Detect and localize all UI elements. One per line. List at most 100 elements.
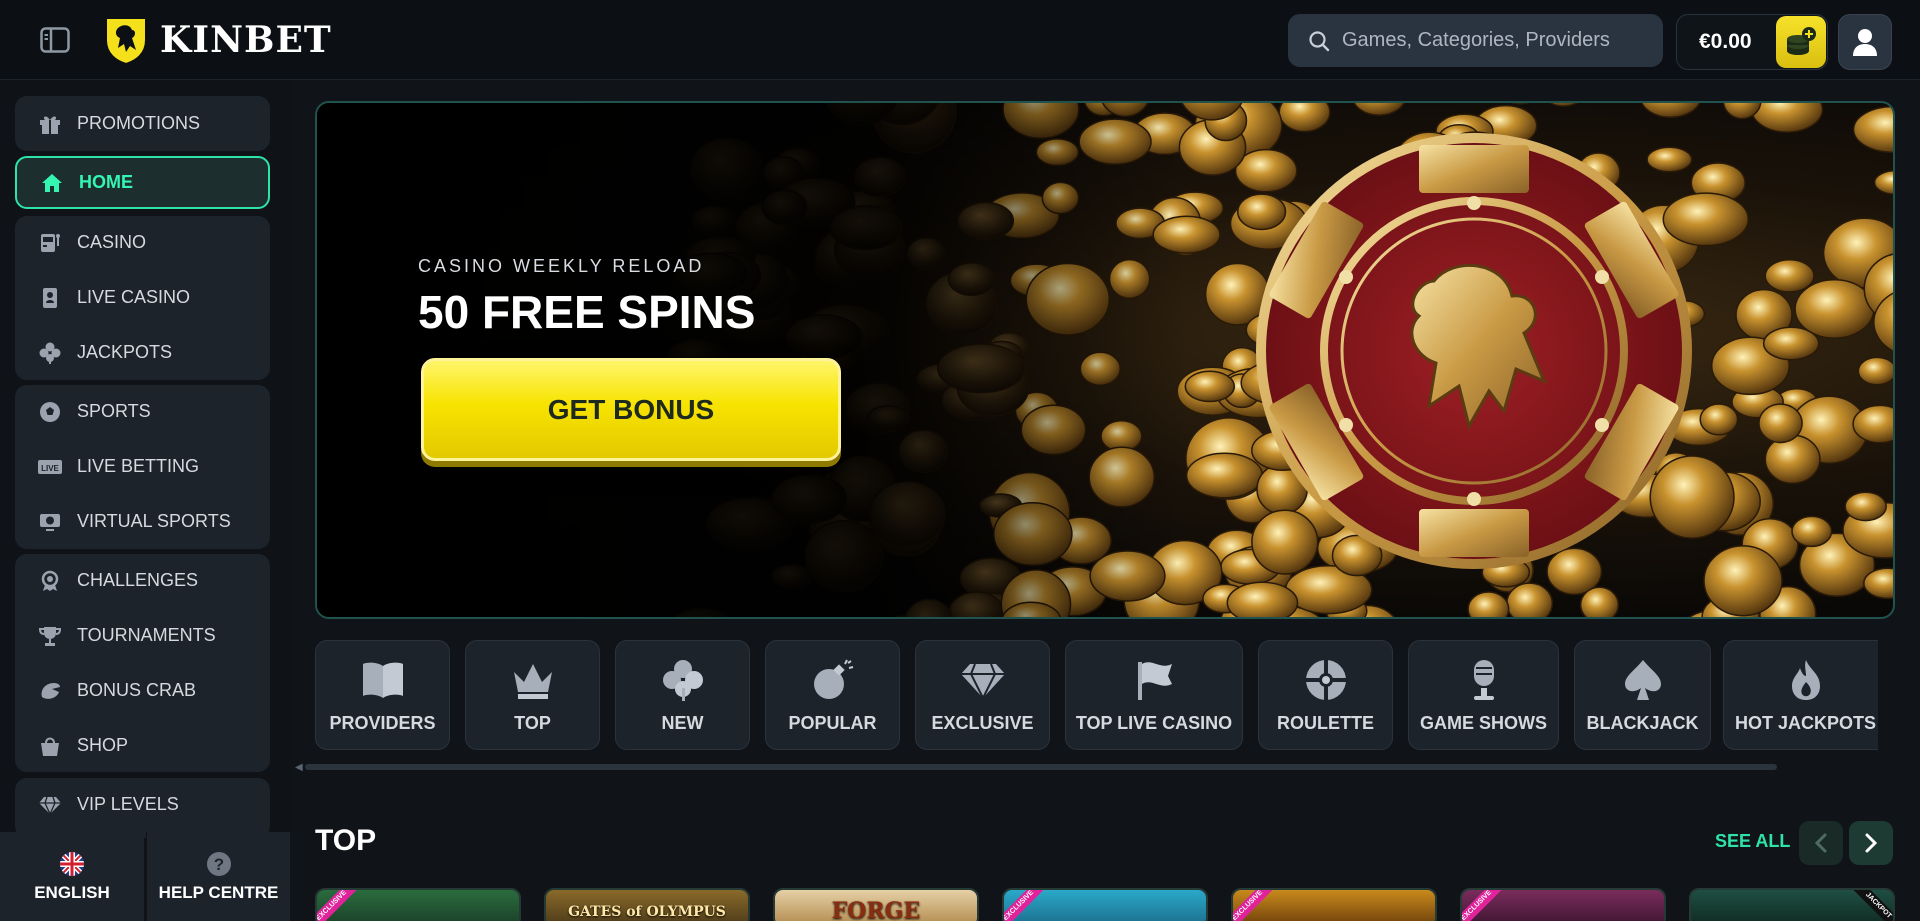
search-bar[interactable] [1288, 14, 1663, 67]
sidebar-item-bonus-crab[interactable]: BONUS CRAB [15, 664, 270, 717]
category-game-shows[interactable]: GAME SHOWS [1408, 640, 1559, 750]
carousel-next-button[interactable] [1849, 821, 1893, 865]
sidebar-item-jackpots[interactable]: JACKPOTS [15, 326, 270, 379]
slot-machine-icon [37, 230, 63, 256]
category-label: GAME SHOWS [1419, 712, 1547, 733]
carousel-prev-button[interactable] [1799, 821, 1843, 865]
shopping-bag-icon [37, 733, 63, 759]
roulette-icon [1303, 657, 1349, 703]
nav-group-sports: SPORTS LIVE LIVE BETTING VIRTUAL SPORTS [15, 385, 270, 549]
search-input[interactable] [1342, 29, 1642, 52]
soccer-ball-icon [37, 399, 63, 425]
user-icon [1853, 29, 1877, 56]
sidebar-item-live-betting[interactable]: LIVE LIVE BETTING [15, 440, 270, 493]
banner-eyebrow: CASINO WEEKLY RELOAD [418, 256, 705, 276]
deposit-button[interactable] [1776, 16, 1826, 68]
sidebar-item-shop[interactable]: SHOP [15, 719, 270, 772]
category-exclusive[interactable]: EXCLUSIVE [915, 640, 1050, 750]
nav-group-vip: VIP LEVELS [15, 778, 270, 838]
sidebar-item-label: LIVE CASINO [77, 287, 191, 307]
sidebar-item-label: TOURNAMENTS [77, 625, 216, 645]
sidebar-item-label: HOME [79, 172, 133, 192]
game-card[interactable]: GATES of OLYMPUS [544, 888, 750, 921]
sidebar-item-label: VIP LEVELS [77, 794, 179, 814]
live-badge-icon: LIVE [37, 454, 63, 480]
game-card[interactable]: EXCLUSIVE [1231, 888, 1437, 921]
sidebar-item-sports[interactable]: SPORTS [15, 385, 270, 438]
category-providers[interactable]: PROVIDERS [315, 640, 450, 750]
language-button[interactable]: ENGLISH [0, 832, 144, 921]
category-label: ROULETTE [1277, 712, 1374, 733]
category-label: EXCLUSIVE [931, 712, 1034, 733]
diamond-icon [960, 657, 1006, 703]
game-ribbon: JACKPOT [1849, 890, 1893, 921]
category-new[interactable]: NEW [615, 640, 750, 750]
game-title: GATES of OLYMPUS [568, 904, 726, 920]
sidebar-item-label: PROMOTIONS [77, 113, 201, 133]
nav-group-promotions: PROMOTIONS [15, 96, 270, 151]
svg-text:?: ? [213, 855, 223, 874]
game-card[interactable]: EXCLUSIVE [315, 888, 521, 921]
sidebar-item-label: LIVE BETTING [77, 456, 200, 476]
category-top[interactable]: TOP [465, 640, 600, 750]
category-roulette[interactable]: ROULETTE [1258, 640, 1393, 750]
top-header: KINBET €0.00 [0, 0, 1920, 80]
gift-icon [37, 111, 63, 137]
lion-shield-icon [105, 17, 147, 66]
sidebar-item-casino[interactable]: CASINO [15, 216, 270, 269]
help-centre-button[interactable]: ? HELP CENTRE [146, 832, 290, 921]
sidebar-item-label: CHALLENGES [77, 570, 199, 590]
balance-amount: €0.00 [1699, 30, 1752, 53]
promo-banner[interactable]: CASINO WEEKLY RELOAD 50 FREE SPINS GET B… [315, 101, 1895, 619]
crown-icon [510, 657, 556, 703]
sidebar-item-challenges[interactable]: CHALLENGES [15, 554, 270, 607]
live-card-icon [37, 285, 63, 311]
coins-plus-icon [1787, 27, 1816, 55]
banner-title: 50 FREE SPINS [418, 286, 756, 338]
game-ribbon: EXCLUSIVE [1462, 890, 1506, 921]
sidebar-item-tournaments[interactable]: TOURNAMENTS [15, 609, 270, 662]
sidebar: PROMOTIONS HOME CASINO LIVE CASINO JACKP… [0, 81, 290, 921]
search-icon [1309, 30, 1330, 51]
category-hot-jackpots[interactable]: HOT JACKPOTS [1723, 640, 1878, 750]
category-label: NEW [661, 712, 704, 733]
clover-icon [37, 340, 63, 366]
book-icon [360, 657, 406, 703]
flame-icon [1783, 657, 1829, 703]
scroll-left-arrow-icon[interactable]: ◀ [295, 762, 303, 773]
sidebar-item-promotions[interactable]: PROMOTIONS [15, 97, 270, 150]
category-label: HOT JACKPOTS [1734, 712, 1876, 733]
game-card[interactable]: FORGE [773, 888, 979, 921]
game-card[interactable]: EXCLUSIVE [1460, 888, 1666, 921]
microphone-icon [1461, 657, 1507, 703]
flag-icon [1131, 657, 1177, 703]
category-blackjack[interactable]: BLACKJACK [1574, 640, 1711, 750]
category-label: TOP [514, 712, 551, 733]
get-bonus-button[interactable]: GET BONUS [421, 358, 841, 461]
sidebar-toggle-icon[interactable] [40, 26, 70, 54]
spade-icon [1620, 657, 1666, 703]
sidebar-item-vip-levels[interactable]: VIP LEVELS [15, 778, 270, 831]
trophy-icon [37, 623, 63, 649]
profile-button[interactable] [1838, 14, 1892, 70]
uk-flag-icon [60, 851, 84, 876]
game-card[interactable]: EXCLUSIVE [1002, 888, 1208, 921]
diamond-icon [37, 792, 63, 818]
category-popular[interactable]: POPULAR [765, 640, 900, 750]
category-label: TOP LIVE CASINO [1075, 712, 1233, 733]
sidebar-item-label: SHOP [77, 735, 129, 755]
sidebar-item-live-casino[interactable]: LIVE CASINO [15, 271, 270, 324]
monitor-ball-icon [37, 509, 63, 535]
brand-name: KINBET [160, 19, 332, 61]
game-card[interactable]: JACKPOT [1689, 888, 1895, 921]
sidebar-item-home[interactable]: HOME [15, 156, 270, 209]
game-ribbon: EXCLUSIVE [1004, 890, 1048, 921]
sidebar-item-label: VIRTUAL SPORTS [77, 511, 231, 531]
sidebar-item-virtual-sports[interactable]: VIRTUAL SPORTS [15, 495, 270, 548]
see-all-link[interactable]: SEE ALL [1715, 831, 1790, 852]
scrollbar-thumb[interactable] [305, 764, 1777, 770]
game-ribbon: EXCLUSIVE [1233, 890, 1277, 921]
brand-logo[interactable]: KINBET [102, 14, 332, 66]
category-scrollbar[interactable]: ◀ [295, 762, 1779, 773]
category-top-live-casino[interactable]: TOP LIVE CASINO [1065, 640, 1243, 750]
